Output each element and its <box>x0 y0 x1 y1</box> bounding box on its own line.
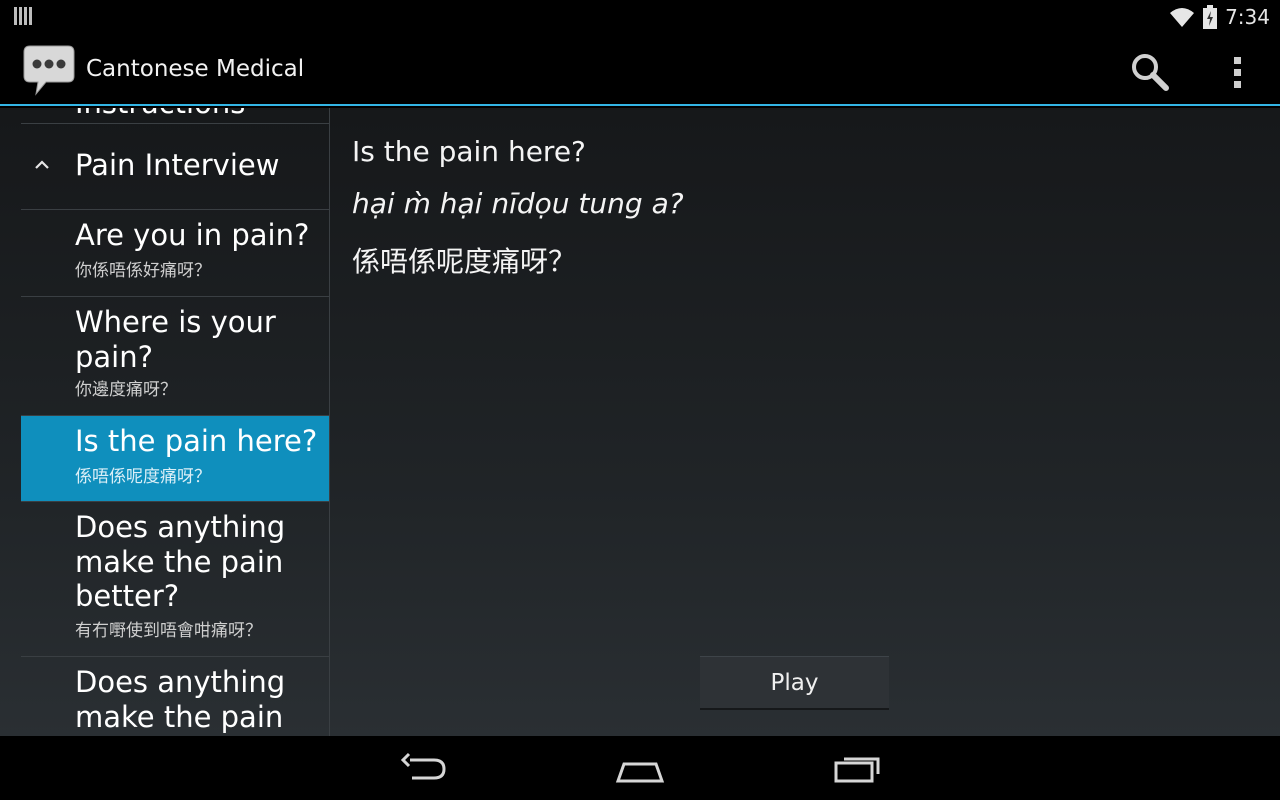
item-chinese: 係唔係呢度痛呀？ <box>75 467 211 487</box>
list-item-does-anything-make-better[interactable]: Does anything make the pain better? 有冇嘢使… <box>21 502 329 657</box>
list-item-is-the-pain-here[interactable]: Is the pain here? 係唔係呢度痛呀？ <box>21 416 329 502</box>
status-indicators: 7:34 <box>1169 4 1270 30</box>
detail-romanization: hại m̀ hại nīdọu tung a? <box>352 187 684 220</box>
phrase-list[interactable]: Instructions Pain Interview Are you in p… <box>21 108 330 736</box>
chevron-up-icon <box>35 160 49 169</box>
list-item[interactable]: Instructions <box>21 108 329 124</box>
status-bar: 7:34 <box>0 0 1280 34</box>
item-english: Does anything make the pain <box>75 665 286 734</box>
search-icon[interactable] <box>1126 48 1172 94</box>
list-item-where-is-your-pain[interactable]: Where is your pain? 你邊度痛呀？ <box>21 297 329 416</box>
home-icon[interactable] <box>610 750 670 788</box>
battery-icon <box>1203 5 1218 29</box>
navigation-bar <box>0 736 1280 800</box>
content-area: Instructions Pain Interview Are you in p… <box>0 108 1280 736</box>
group-header-pain-interview[interactable]: Pain Interview <box>21 124 329 210</box>
list-item-does-anything-make-the-pain[interactable]: Does anything make the pain <box>21 657 329 736</box>
wifi-icon <box>1170 8 1195 27</box>
item-english: Is the pain here? <box>75 424 318 458</box>
action-bar: Cantonese Medical <box>0 34 1280 106</box>
group-label: Pain Interview <box>75 148 280 182</box>
clock: 7:34 <box>1225 5 1270 29</box>
item-chinese: 你邊度痛呀？ <box>75 380 177 400</box>
detail-chinese: 係唔係呢度痛呀？ <box>352 245 577 278</box>
item-chinese: 有冇嘢使到唔會咁痛呀？ <box>75 621 262 641</box>
detail-english: Is the pain here? <box>352 135 586 168</box>
app-speech-bubble-icon[interactable] <box>22 44 76 96</box>
back-icon[interactable] <box>394 750 454 788</box>
play-button[interactable]: Play <box>700 656 889 710</box>
item-chinese: 你係唔係好痛呀？ <box>75 261 211 281</box>
item-english: Does anything make the pain better? <box>75 510 286 613</box>
list-item-are-you-in-pain[interactable]: Are you in pain? 你係唔係好痛呀？ <box>21 210 329 297</box>
list-item-label: Instructions <box>75 108 245 120</box>
recent-apps-icon[interactable] <box>828 750 888 788</box>
overflow-menu-icon[interactable] <box>1220 52 1254 92</box>
item-english: Where is your pain? <box>75 305 276 374</box>
item-english: Are you in pain? <box>75 218 310 252</box>
app-title: Cantonese Medical <box>86 56 305 82</box>
notification-icon <box>14 7 34 25</box>
